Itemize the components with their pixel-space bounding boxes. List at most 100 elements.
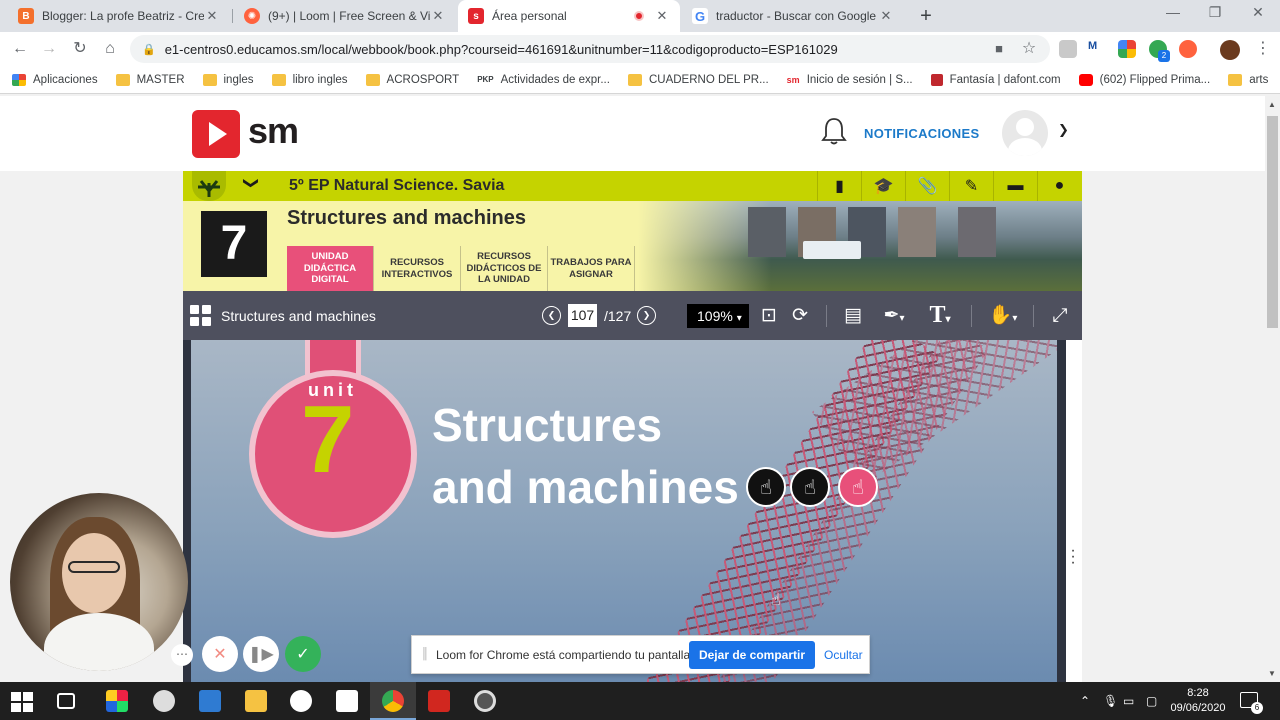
bookmark-inicio-sesion[interactable]: sm Inicio de sesión | S...: [787, 74, 913, 86]
thumbnails-grid-icon[interactable]: [190, 305, 212, 327]
close-icon[interactable]: ✕: [430, 8, 446, 24]
menu-icon[interactable]: ⋮: [1252, 38, 1274, 60]
bookmark-ingles[interactable]: ingles: [202, 73, 254, 86]
rotate-icon[interactable]: ⟳: [788, 303, 812, 328]
fullscreen-icon[interactable]: ⤢: [1045, 303, 1075, 328]
text-tool-icon[interactable]: T▾: [920, 303, 960, 328]
bookmark-cuaderno[interactable]: CUADERNO DEL PR...: [627, 73, 769, 86]
tab-area-personal[interactable]: s Área personal ✕: [458, 0, 680, 32]
sm-logo-text[interactable]: sm: [248, 110, 299, 152]
close-icon[interactable]: ✕: [878, 8, 894, 24]
restore-button[interactable]: ❐: [1195, 4, 1235, 21]
media-player-icon[interactable]: [474, 690, 496, 712]
profile-avatar[interactable]: [1220, 40, 1240, 60]
loom-pause-button[interactable]: ❚▶: [243, 636, 279, 672]
windows-start-icon[interactable]: [11, 692, 33, 712]
bookmark-libro-ingles[interactable]: libro ingles: [271, 73, 348, 86]
network-icon[interactable]: ▢: [1146, 694, 1157, 708]
close-icon[interactable]: ✕: [654, 8, 670, 24]
mail-icon[interactable]: [199, 690, 221, 712]
book-page[interactable]: unit 7 Structures and machines ☝ ☝ ☝ ☝: [191, 340, 1057, 682]
bell-icon[interactable]: [820, 116, 848, 146]
bookmark-arts[interactable]: arts: [1228, 73, 1268, 86]
bookmark-aplicaciones[interactable]: Aplicaciones: [12, 73, 98, 86]
hand-tool-icon[interactable]: ✋▾: [983, 303, 1023, 328]
notifications-link[interactable]: NOTIFICACIONES: [864, 126, 979, 141]
app-icon[interactable]: [106, 690, 128, 712]
previous-page-button[interactable]: ❮: [542, 306, 561, 325]
home-button[interactable]: ⌂: [99, 38, 121, 60]
loom-cancel-button[interactable]: ✕: [202, 636, 238, 672]
user-icon[interactable]: ●: [1037, 171, 1081, 201]
tab-trabajos-para-asignar[interactable]: TRABAJOS PARA ASIGNAR: [548, 246, 635, 291]
tray-chevron-icon[interactable]: ⌃: [1080, 694, 1090, 708]
bookmark-star-icon[interactable]: ☆: [1018, 38, 1040, 60]
zoom-select[interactable]: 109% ▾: [687, 304, 749, 328]
microphone-icon[interactable]: 🎙: [1103, 694, 1118, 708]
hide-link[interactable]: Ocultar: [824, 648, 863, 662]
bookmark-acrosport[interactable]: ACROSPORT: [365, 73, 459, 86]
camera-app-icon[interactable]: [153, 690, 175, 712]
adobe-extension-icon[interactable]: [1059, 40, 1077, 58]
resource-hand-icon[interactable]: ☝: [746, 467, 786, 507]
tab-unidad-didactica-digital[interactable]: UNIDAD DIDÁCTICA DIGITAL: [287, 246, 374, 291]
fit-page-icon[interactable]: ⊡: [758, 303, 780, 328]
comment-icon[interactable]: ▤: [840, 303, 866, 328]
stop-sharing-button[interactable]: Dejar de compartir: [689, 641, 815, 669]
tab-recursos-interactivos[interactable]: RECURSOS INTERACTIVOS: [374, 246, 461, 291]
building: [748, 207, 786, 257]
minimize-button[interactable]: —: [1153, 4, 1193, 20]
store-icon[interactable]: [336, 690, 358, 712]
folder-icon[interactable]: ▬: [993, 171, 1037, 201]
paperclip-icon[interactable]: 📎: [905, 171, 949, 201]
bookmark-actividades[interactable]: PKP Actividades de expr...: [477, 74, 610, 86]
close-icon[interactable]: ✕: [204, 8, 220, 24]
system-clock[interactable]: 8:28 09/06/2020: [1170, 686, 1226, 716]
edit-icon[interactable]: ✎: [949, 171, 993, 201]
acrobat-icon[interactable]: [428, 690, 450, 712]
apps-extension-icon[interactable]: [1118, 40, 1136, 58]
loom-more-icon[interactable]: ⋯: [171, 644, 193, 666]
tab-recursos-didacticos[interactable]: RECURSOS DIDÁCTICOS DE LA UNIDAD: [461, 246, 548, 291]
loom-finish-button[interactable]: ✓: [285, 636, 321, 672]
bookmark-master[interactable]: MASTER: [115, 73, 185, 86]
viewer-options-icon[interactable]: · · ·: [1070, 543, 1076, 571]
avatar[interactable]: [1002, 110, 1048, 156]
m-extension-icon[interactable]: M: [1088, 40, 1106, 58]
scrollbar-thumb[interactable]: [1267, 116, 1278, 328]
pen-tool-icon[interactable]: ✒▾: [876, 303, 912, 328]
tab-traductor[interactable]: G traductor - Buscar con Google ✕: [682, 0, 904, 32]
tab-blogger[interactable]: B Blogger: La profe Beatriz - Crear ✕: [8, 0, 230, 32]
webcam-bubble[interactable]: [10, 493, 188, 671]
next-page-button[interactable]: ❯: [637, 306, 656, 325]
address-bar[interactable]: 🔒 e1-centros0.educamos.sm/local/webbook/…: [130, 35, 1050, 63]
bookmark-flipped[interactable]: (602) Flipped Prima...: [1078, 73, 1210, 86]
new-tab-button[interactable]: +: [915, 5, 937, 28]
page-number-input[interactable]: 107: [568, 304, 597, 327]
camera-icon[interactable]: ■: [988, 38, 1010, 60]
resource-hand-pink-icon[interactable]: ☝: [838, 467, 878, 507]
task-view-icon[interactable]: [57, 693, 75, 709]
course-chevron-icon[interactable]: ❯: [242, 177, 260, 190]
tab-loom[interactable]: ✺ (9+) | Loom | Free Screen & Vide ✕: [234, 0, 456, 32]
battery-icon[interactable]: ▭: [1123, 694, 1134, 708]
chevron-down-icon[interactable]: ❯: [1058, 122, 1069, 138]
page-scrollbar[interactable]: ▲ ▼: [1265, 96, 1280, 682]
file-explorer-icon[interactable]: [245, 690, 267, 712]
book-viewer[interactable]: unit 7 Structures and machines ☝ ☝ ☝ ☝: [183, 340, 1082, 682]
resource-hand-icon[interactable]: ☝: [790, 467, 830, 507]
media-app-icon[interactable]: [290, 690, 312, 712]
drag-handle-icon[interactable]: ║: [421, 648, 429, 660]
back-button[interactable]: ←: [9, 38, 31, 60]
graduation-cap-icon[interactable]: 🎓: [861, 171, 905, 201]
forward-button[interactable]: →: [38, 38, 60, 60]
scroll-up-icon[interactable]: ▲: [1268, 100, 1276, 109]
book-icon[interactable]: ▮: [817, 171, 861, 201]
sm-logo-icon[interactable]: [192, 110, 240, 158]
chrome-taskbar-active[interactable]: [370, 682, 416, 720]
loom-extension-icon[interactable]: [1179, 40, 1197, 58]
window-close-button[interactable]: ✕: [1238, 4, 1278, 21]
bookmark-dafont[interactable]: Fantasía | dafont.com: [930, 73, 1061, 86]
scroll-down-icon[interactable]: ▼: [1268, 669, 1276, 678]
reload-button[interactable]: ↻: [69, 38, 91, 60]
